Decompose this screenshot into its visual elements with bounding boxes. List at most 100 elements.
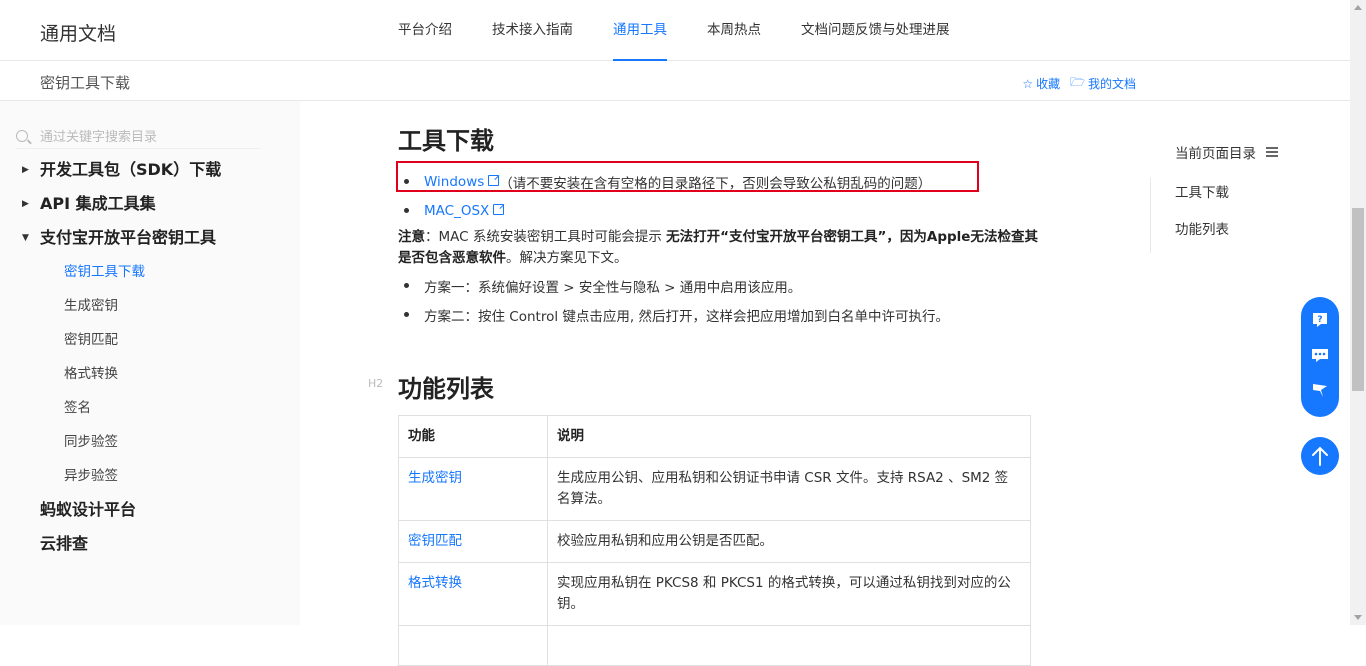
page-title: 密钥工具下载 (40, 74, 131, 92)
table-cell: 实现应用私钥在 PKCS8 和 PKCS1 的格式转换，可以通过私钥找到对应的公… (547, 562, 1031, 626)
list-item: 方案一：系统偏好设置 > 安全性与隐私 > 通用中启用该应用。 (404, 271, 949, 300)
bullet (404, 312, 409, 317)
page-actions: ☆ 收藏 🗁 我的文档 (1012, 73, 1136, 94)
site-logo[interactable]: 通用文档 (40, 19, 116, 46)
help-icon[interactable]: ? (1310, 310, 1330, 330)
top-nav: 平台介绍 技术接入指南 通用工具 本周热点 文档问题反馈与处理进展 (398, 0, 990, 61)
table-cell: 格式转换 (398, 562, 548, 626)
bullet (404, 283, 409, 288)
scroll-down-arrow[interactable] (1354, 615, 1362, 620)
tree-item-key-tool[interactable]: ▼ 支付宝开放平台密钥工具 (22, 221, 292, 255)
external-link-icon (493, 203, 505, 215)
arrow-up-icon (1312, 446, 1328, 466)
table-row (398, 625, 1031, 666)
nav-platform-intro[interactable]: 平台介绍 (398, 0, 452, 61)
nav-general-tools[interactable]: 通用工具 (613, 0, 667, 61)
note-label: 注意 (398, 229, 425, 245)
plan-one: 方案一：系统偏好设置 > 安全性与隐私 > 通用中启用该应用。 (424, 279, 802, 296)
heading-tools-download: 工具下载 (398, 127, 494, 155)
svg-text:?: ? (1317, 315, 1322, 325)
list-item: 方案二：按住 Control 键点击应用, 然后打开，这样会把应用增加到白名单中… (404, 300, 949, 329)
table-cell (547, 625, 1031, 666)
function-link-format-convert[interactable]: 格式转换 (408, 575, 462, 591)
nav-weekly-hot[interactable]: 本周热点 (707, 0, 761, 61)
external-link-icon (488, 174, 500, 186)
table-cell: 校验应用私钥和应用公钥是否匹配。 (547, 520, 1031, 563)
tree-child-async-verify[interactable]: 异步验签 (22, 459, 292, 493)
function-table: 功能 说明 生成密钥 生成应用公钥、应用私钥和公钥证书申请 CSR 文件。支持 … (398, 415, 1031, 666)
table-row: 格式转换 实现应用私钥在 PKCS8 和 PKCS1 的格式转换，可以通过私钥找… (398, 562, 1031, 626)
plan-two: 方案二：按住 Control 键点击应用, 然后打开，这样会把应用增加到白名单中… (424, 308, 949, 325)
search-icon (16, 129, 28, 142)
tree-item-sdk-download[interactable]: ▶ 开发工具包（SDK）下载 (22, 153, 292, 187)
toc-item-tools-download[interactable]: 工具下载 (1175, 181, 1229, 201)
toc-title[interactable]: 当前页面目录 (1175, 142, 1278, 162)
caret-right-icon: ▶ (22, 199, 29, 209)
table-cell: 生成应用公钥、应用私钥和公钥证书申请 CSR 文件。支持 RSA2 、SM2 签… (547, 457, 1031, 521)
scroll-up-arrow[interactable] (1354, 5, 1362, 10)
search-placeholder: 通过关键字搜索目录 (40, 130, 158, 145)
favorite-label: 收藏 (1036, 77, 1061, 91)
floating-toolbar: ? (1301, 297, 1339, 417)
note-text: ：MAC 系统安装密钥工具时可能会提示 (425, 229, 667, 245)
scrollbar-thumb[interactable] (1352, 208, 1364, 391)
my-docs-label: 我的文档 (1087, 77, 1136, 91)
windows-download-link[interactable]: Windows (424, 173, 500, 190)
top-navigation-bar: 通用文档 平台介绍 技术接入指南 通用工具 本周热点 文档问题反馈与处理进展 (0, 0, 1350, 61)
toc-item-function-list[interactable]: 功能列表 (1175, 218, 1229, 238)
table-cell: 生成密钥 (398, 457, 548, 521)
function-link-key-match[interactable]: 密钥匹配 (408, 533, 462, 549)
solution-list: 方案一：系统偏好设置 > 安全性与隐私 > 通用中启用该应用。 方案二：按住 C… (404, 271, 949, 329)
toc-divider (1150, 178, 1151, 253)
mac-link-label: MAC_OSX (424, 202, 490, 219)
nav-feedback-progress[interactable]: 文档问题反馈与处理进展 (801, 0, 950, 61)
mac-download-link[interactable]: MAC_OSX (424, 202, 505, 219)
tree-child-sign[interactable]: 签名 (22, 391, 292, 425)
tree-item-api-tools[interactable]: ▶ API 集成工具集 (22, 187, 292, 221)
tree-child-sync-verify[interactable]: 同步验签 (22, 425, 292, 459)
tree-child-generate-key[interactable]: 生成密钥 (22, 289, 292, 323)
heading-function-list: 功能列表 (398, 375, 494, 403)
table-header: 说明 (547, 415, 1031, 458)
bullet (404, 208, 409, 213)
table-header: 功能 (398, 415, 548, 458)
star-icon: ☆ (1022, 76, 1034, 91)
chat-icon[interactable] (1310, 345, 1330, 365)
table-header-row: 功能 说明 (398, 415, 1031, 458)
table-cell (398, 625, 548, 666)
tree-child-key-download[interactable]: 密钥工具下载 (22, 255, 292, 289)
table-row: 生成密钥 生成应用公钥、应用私钥和公钥证书申请 CSR 文件。支持 RSA2 、… (398, 457, 1031, 521)
h2-anchor-tag[interactable]: H2 (368, 377, 383, 390)
table-cell: 密钥匹配 (398, 520, 548, 563)
sub-header: 密钥工具下载 ☆ 收藏 🗁 我的文档 (0, 61, 1350, 101)
nav-integration-guide[interactable]: 技术接入指南 (492, 0, 573, 61)
caret-right-icon: ▶ (22, 165, 29, 175)
bullet (404, 179, 409, 184)
table-row: 密钥匹配 校验应用私钥和应用公钥是否匹配。 (398, 520, 1031, 563)
back-to-top-button[interactable] (1301, 437, 1339, 475)
sidebar-search[interactable]: 通过关键字搜索目录 (16, 123, 260, 149)
tree-child-key-match[interactable]: 密钥匹配 (22, 323, 292, 357)
download-list: Windows （请不要安装在含有空格的目录路径下，否则会导致公私钥乱码的问题）… (404, 167, 931, 225)
my-docs-button[interactable]: 🗁 我的文档 (1070, 73, 1136, 94)
mac-note: 注意：MAC 系统安装密钥工具时可能会提示 无法打开“支付宝开放平台密钥工具”，… (398, 227, 1048, 269)
toc-title-label: 当前页面目录 (1175, 146, 1256, 162)
list-icon (1266, 147, 1278, 157)
tree-item-cloud-troubleshoot[interactable]: 云排查 (22, 527, 292, 561)
note-text-end: 。解决方案见下文。 (506, 250, 628, 266)
list-item: Windows （请不要安装在含有空格的目录路径下，否则会导致公私钥乱码的问题） (404, 167, 931, 196)
function-link-generate-key[interactable]: 生成密钥 (408, 470, 462, 486)
tree-child-format-convert[interactable]: 格式转换 (22, 357, 292, 391)
feedback-pen-icon[interactable] (1310, 380, 1330, 400)
sidebar: 通过关键字搜索目录 ▶ 开发工具包（SDK）下载 ▶ API 集成工具集 ▼ 支… (0, 101, 300, 625)
tree-item-label: 开发工具包（SDK）下载 (40, 160, 222, 179)
windows-link-label: Windows (424, 173, 485, 190)
tree-item-ant-design[interactable]: 蚂蚁设计平台 (22, 493, 292, 527)
windows-note: （请不要安装在含有空格的目录路径下，否则会导致公私钥乱码的问题） (499, 175, 932, 192)
directory-tree: ▶ 开发工具包（SDK）下载 ▶ API 集成工具集 ▼ 支付宝开放平台密钥工具… (22, 153, 292, 561)
folder-icon: 🗁 (1070, 75, 1085, 89)
page-scrollbar[interactable] (1350, 0, 1366, 625)
favorite-button[interactable]: ☆ 收藏 (1022, 73, 1060, 94)
tree-item-label: API 集成工具集 (40, 194, 156, 213)
tree-item-label: 支付宝开放平台密钥工具 (40, 228, 217, 247)
